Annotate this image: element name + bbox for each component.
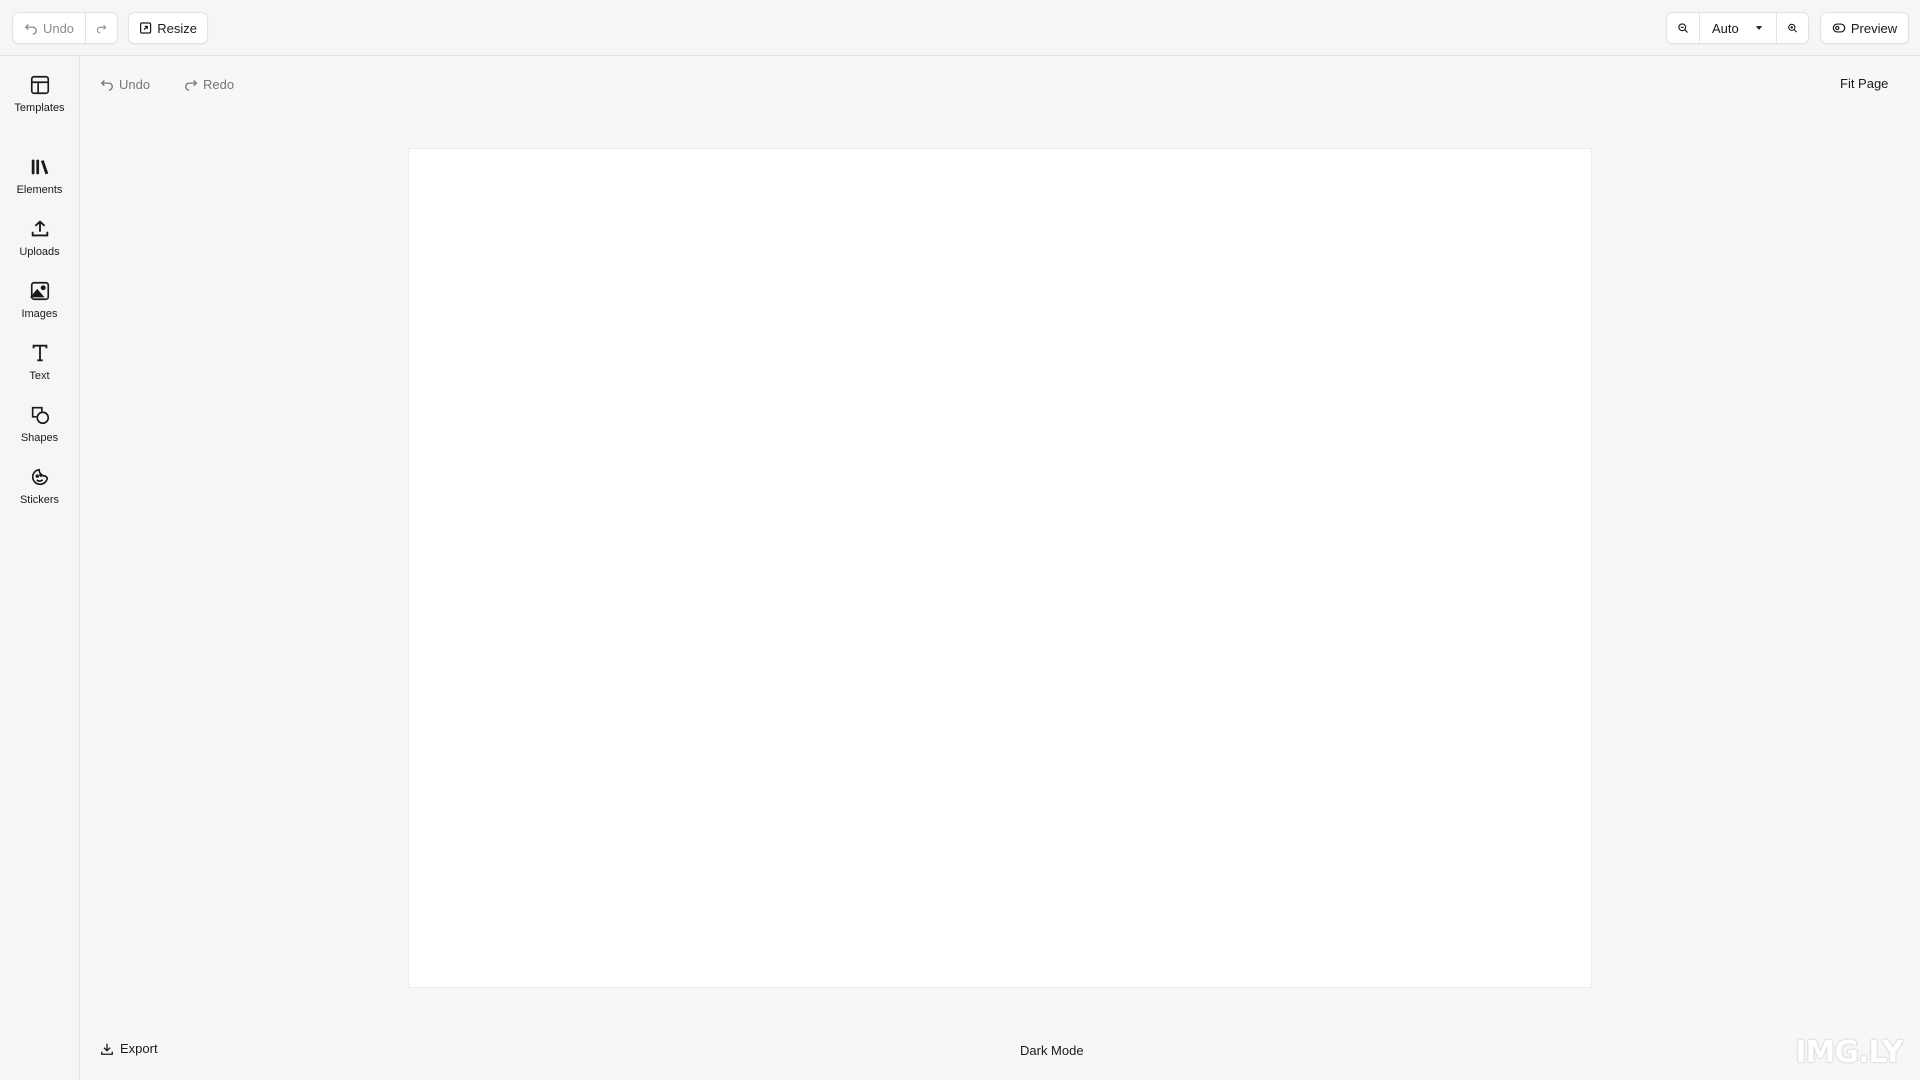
layout-icon [30,75,49,95]
text-icon [32,344,47,362]
undo-label: Undo [42,20,75,36]
canvas-redo-button[interactable]: Redo [184,74,234,94]
canvas-redo-label: Redo [203,76,235,92]
resize-button-group: Resize [128,12,208,44]
zoom-in-icon [1788,23,1797,33]
sidebar-item-images[interactable]: Images [0,280,79,336]
eye-icon [1832,23,1846,33]
sidebar-item-text[interactable]: Text [0,342,79,398]
preview-button[interactable]: Preview [1821,13,1908,43]
sidebar-item-label: Uploads [19,246,60,258]
zoom-out-icon [1678,23,1688,33]
caret-down-icon [1755,26,1763,30]
canvas-undo-label: Undo [119,76,151,92]
upload-icon [31,220,48,237]
download-icon [101,1043,113,1055]
fit-page-button[interactable]: Fit Page [1840,76,1888,91]
library-icon [31,159,48,175]
resize-label: Resize [157,20,197,36]
sidebar-item-shapes[interactable]: Shapes [0,404,79,460]
image-icon [29,281,49,301]
canvas-undo-button[interactable]: Undo [100,74,150,94]
zoom-controls: Auto [1666,12,1809,44]
sidebar-item-templates[interactable]: Templates [0,74,79,130]
undo-button[interactable]: Undo [13,13,85,43]
shapes-icon [31,406,49,425]
preview-button-group: Preview [1820,12,1909,44]
sidebar-item-label: Text [29,370,50,382]
sidebar-item-label: Elements [16,184,63,196]
sidebar-item-elements[interactable]: Elements [0,156,79,212]
resize-icon [140,22,152,34]
top-bar: Undo Resize Auto Preview [0,0,1920,56]
sidebar-item-label: Images [21,308,58,320]
imgly-logo: IMG.LY [1795,1034,1903,1070]
zoom-in-button[interactable] [1776,13,1808,43]
sticker-icon [31,468,48,486]
dark-mode-toggle[interactable]: Dark Mode [1020,1043,1084,1058]
preview-label: Preview [1850,20,1898,36]
sidebar-item-stickers[interactable]: Stickers [0,466,79,522]
export-button[interactable]: Export [100,1041,158,1056]
zoom-level-select[interactable]: Auto [1699,13,1776,43]
zoom-out-button[interactable] [1667,13,1699,43]
sidebar-item-label: Templates [14,102,65,114]
sidebar-item-uploads[interactable]: Uploads [0,218,79,274]
redo-icon [96,24,107,34]
zoom-level-value: Auto [1712,20,1739,36]
sidebar-item-label: Shapes [20,432,59,444]
editor-app: Undo Resize Auto Preview Templates Eleme… [0,0,1920,1080]
undo-icon [100,80,113,91]
dock-sidebar: Templates Elements Uploads Images Text S… [0,56,80,1080]
export-label: Export [120,1041,158,1056]
history-button-group: Undo [12,12,118,44]
redo-icon [185,80,198,91]
undo-icon [24,24,37,35]
resize-button[interactable]: Resize [129,13,207,43]
design-page-canvas[interactable] [408,148,1592,988]
redo-button[interactable] [85,13,117,43]
sidebar-item-label: Stickers [19,494,60,506]
